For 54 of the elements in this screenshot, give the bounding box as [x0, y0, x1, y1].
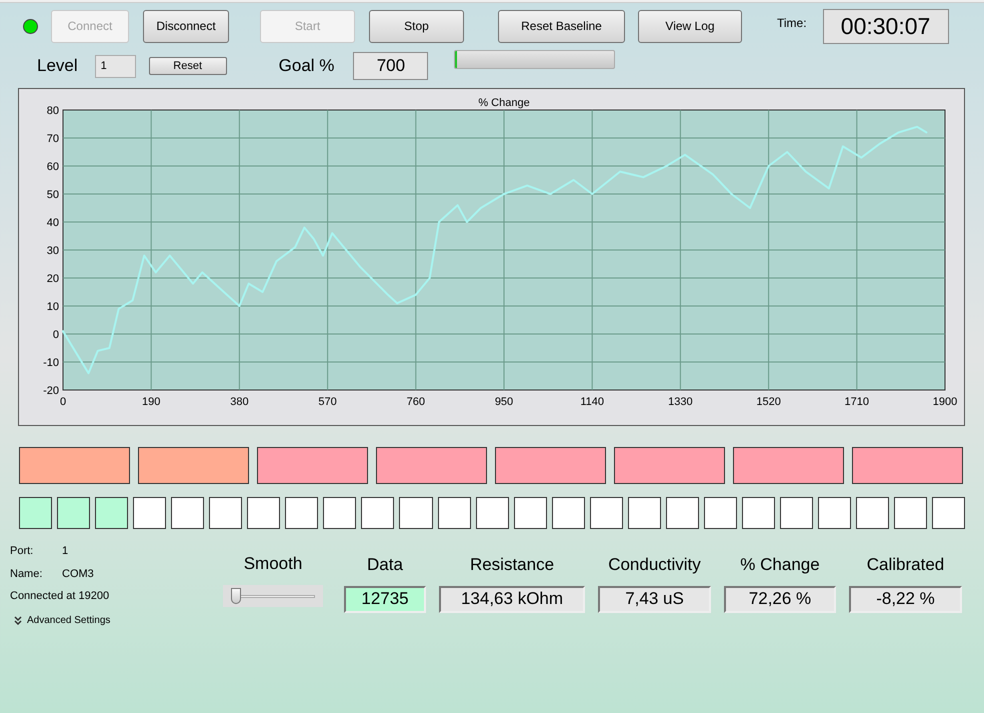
readout-value: 7,43 uS — [598, 586, 711, 612]
x-tick-label: 1140 — [580, 396, 604, 408]
readout-label: % Change — [740, 554, 820, 576]
x-tick-label: 0 — [60, 396, 66, 408]
connection-status: Connected at 19200 — [10, 589, 110, 604]
info-label: Port: — [10, 544, 34, 559]
y-tick-label: 0 — [52, 329, 59, 341]
toolbar-button[interactable]: Reset Baseline — [498, 10, 625, 42]
x-tick-label: 1900 — [932, 396, 958, 408]
y-tick-label: 20 — [46, 273, 59, 285]
toolbar-button[interactable]: Stop — [369, 10, 464, 42]
y-tick-label: 40 — [46, 217, 59, 229]
smooth-slider[interactable] — [223, 584, 323, 606]
y-tick-label: -10 — [43, 357, 59, 369]
y-tick-label: 70 — [46, 133, 59, 145]
advanced-settings-link[interactable]: Advanced Settings — [27, 612, 110, 628]
time-display: 00:30:07 — [822, 8, 949, 44]
level-label: Level — [37, 55, 78, 78]
readout-value: 12735 — [344, 586, 426, 612]
info-label: Name: — [10, 566, 44, 582]
info-value: 1 — [62, 544, 68, 559]
x-tick-label: 1330 — [668, 396, 693, 408]
level-field[interactable]: 1 — [94, 54, 136, 78]
readout-label: Data — [367, 554, 403, 576]
x-tick-label: 570 — [318, 396, 337, 408]
x-tick-label: 760 — [406, 396, 425, 408]
info-value: COM3 — [62, 566, 94, 582]
slider-thumb[interactable] — [231, 588, 241, 604]
time-label: Time: — [777, 15, 807, 32]
readout-value: 134,63 kOhm — [439, 586, 585, 612]
readout-value: 72,26 % — [724, 586, 836, 612]
y-tick-label: -20 — [43, 385, 59, 397]
y-tick-label: 50 — [46, 189, 59, 201]
x-tick-label: 950 — [494, 396, 514, 408]
goal-field[interactable]: 700 — [353, 52, 428, 80]
y-tick-label: 80 — [46, 105, 59, 117]
double-chevron-icon[interactable] — [14, 616, 22, 624]
smooth-label: Smooth — [244, 553, 302, 575]
x-tick-label: 1710 — [844, 396, 870, 408]
x-tick-label: 190 — [142, 396, 160, 408]
toolbar-button[interactable]: Disconnect — [143, 10, 229, 42]
y-tick-label: 60 — [46, 161, 59, 173]
toolbar-button[interactable]: View Log — [638, 10, 742, 42]
x-tick-label: 1520 — [756, 396, 781, 408]
x-tick-label: 380 — [230, 396, 249, 408]
y-tick-label: 10 — [46, 301, 59, 313]
reset-button[interactable]: Reset — [148, 57, 227, 75]
y-tick-label: 30 — [46, 245, 59, 257]
readout-label: Conductivity — [608, 554, 701, 576]
goal-label: Goal % — [278, 55, 334, 78]
readout-value: -8,22 % — [849, 586, 962, 612]
readout-label: Calibrated — [866, 554, 944, 576]
chart-title: % Change — [478, 97, 530, 109]
readout-label: Resistance — [470, 554, 554, 576]
